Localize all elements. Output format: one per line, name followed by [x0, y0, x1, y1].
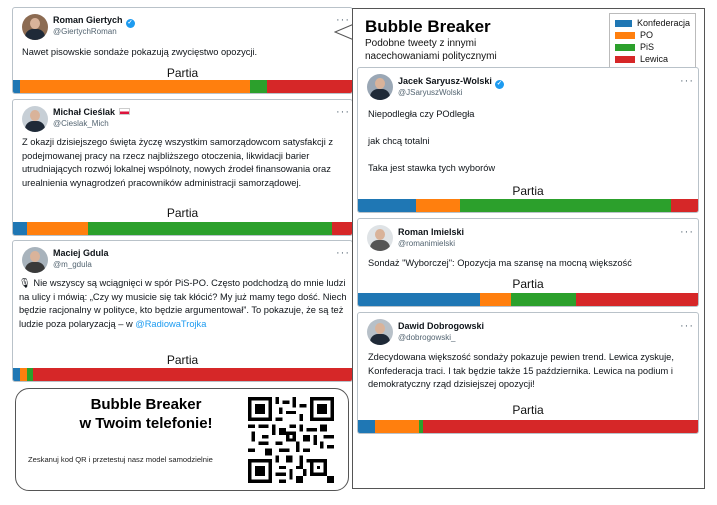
bar-segment-lewica: [267, 80, 352, 93]
bar-segment-lewica: [33, 368, 352, 381]
avatar[interactable]: [22, 247, 48, 273]
partia-label: Partia: [166, 66, 199, 80]
similar-tweet-card[interactable]: Roman Imielski @romanimielski ··· Sondaż…: [357, 218, 699, 307]
bar-segment-lewica: [670, 199, 698, 212]
party-bar: [13, 222, 352, 235]
bar-segment-pis: [459, 199, 671, 212]
tweet-text: Niepodległa czy POdległa jak chcą totaln…: [368, 109, 496, 174]
bar-segment-konfederacja: [13, 80, 20, 93]
author-handle[interactable]: @m_gdula: [53, 260, 92, 269]
more-options-icon[interactable]: ···: [680, 321, 694, 332]
author-name[interactable]: Dawid Dobrogowski: [398, 321, 484, 331]
party-bar: [358, 199, 698, 212]
author-handle[interactable]: @Cieslak_Mich: [53, 119, 109, 128]
legend-swatch: [615, 43, 635, 51]
bar-segment-konfederacja: [13, 222, 27, 235]
tweet-card[interactable]: Michał Cieślak @Cieslak_Mich ··· Z okazj…: [12, 99, 353, 236]
verified-icon: ✓: [125, 19, 135, 28]
more-options-icon[interactable]: ···: [680, 227, 694, 238]
tweet-text: 🎙 Nie wszyscy są wciągnięci w spór PiS-P…: [19, 278, 347, 329]
bar-segment-konfederacja: [358, 293, 481, 306]
bar-segment-lewica: [422, 420, 698, 433]
avatar[interactable]: [367, 319, 393, 345]
partia-label: Partia: [512, 184, 544, 198]
author-handle[interactable]: @romanimielski: [398, 239, 455, 248]
party-bar: [358, 293, 698, 306]
avatar[interactable]: [367, 225, 393, 251]
panel-title: Bubble Breaker: [365, 17, 491, 36]
panel-subtitle: Podobne tweety z innymi nacechowaniami p…: [365, 38, 497, 62]
legend-item-pis: PiS: [615, 41, 690, 53]
bar-segment-po: [415, 199, 460, 212]
bar-segment-konfederacja: [358, 420, 375, 433]
avatar[interactable]: [22, 14, 48, 40]
qr-promo-card: Bubble Breaker w Twoim telefonie! Zeskan…: [15, 388, 349, 491]
bar-segment-konfederacja: [13, 368, 20, 381]
author-name[interactable]: Michał Cieślak: [53, 107, 131, 117]
tweet-card[interactable]: Roman Giertych ✓ @GiertychRoman ··· Nawet…: [12, 7, 353, 94]
party-bar: [358, 420, 698, 433]
legend-swatch: [615, 31, 635, 39]
legend-item-konfederacja: Konfederacja: [615, 17, 690, 29]
bar-segment-po: [19, 368, 27, 381]
bar-segment-lewica: [331, 222, 352, 235]
avatar[interactable]: [22, 106, 48, 132]
legend-swatch: [615, 55, 635, 63]
bar-segment-pis: [26, 368, 34, 381]
legend-swatch: [615, 19, 632, 27]
qr-code-icon[interactable]: [248, 397, 334, 483]
bar-segment-pis: [510, 293, 576, 306]
legend-item-po: PO: [615, 29, 690, 41]
bar-segment-lewica: [575, 293, 698, 306]
party-bar: [13, 368, 352, 381]
qr-title: Bubble Breaker w Twoim telefonie!: [79, 396, 213, 432]
partia-label: Partia: [512, 403, 544, 417]
more-options-icon[interactable]: ···: [336, 248, 350, 259]
author-handle[interactable]: @JSaryuszWolski: [398, 88, 462, 97]
poland-flag-icon: [119, 108, 131, 115]
bar-segment-pis: [250, 80, 268, 93]
author-name[interactable]: Roman Imielski: [398, 227, 464, 237]
author-handle[interactable]: @GiertychRoman: [53, 27, 117, 36]
partia-label: Partia: [512, 277, 544, 291]
tweet-text: Zdecydowana większość sondaży pokazuje p…: [368, 352, 674, 390]
avatar[interactable]: [367, 74, 393, 100]
bar-segment-po: [26, 222, 88, 235]
author-handle[interactable]: @dobrogowski_: [398, 333, 455, 342]
tweet-text: Z okazji dzisiejszego święta życzę wszys…: [22, 137, 334, 188]
partia-label: Partia: [166, 353, 199, 367]
partia-label: Partia: [166, 206, 199, 220]
legend-item-lewica: Lewica: [615, 53, 690, 65]
bar-segment-pis: [87, 222, 332, 235]
qr-subtitle: Zeskanuj kod QR i przetestuj nasz model …: [28, 455, 213, 464]
bar-segment-konfederacja: [358, 199, 416, 212]
similar-tweet-card[interactable]: Jacek Saryusz-Wolski ✓ @JSaryuszWolski ··…: [357, 67, 699, 213]
more-options-icon[interactable]: ···: [336, 107, 350, 118]
bar-segment-po: [480, 293, 511, 306]
party-bar: [13, 80, 352, 93]
bar-segment-po: [375, 420, 420, 433]
bar-segment-po: [19, 80, 251, 93]
tweet-card[interactable]: Maciej Gdula @m_gdula ··· 🎙 Nie wszyscy …: [12, 240, 353, 382]
verified-icon: ✓: [494, 80, 504, 89]
author-name[interactable]: Maciej Gdula: [53, 248, 109, 258]
tweet-text: Nawet pisowskie sondaże pokazują zwycięs…: [22, 47, 258, 57]
tweet-text: Sondaż "Wyborczej": Opozycja ma szansę n…: [368, 258, 632, 268]
party-legend: Konfederacja PO PiS Lewica: [609, 13, 696, 69]
mention-link[interactable]: @RadiowaTrojka: [135, 319, 206, 329]
similar-tweet-card[interactable]: Dawid Dobrogowski @dobrogowski_ ··· Zdec…: [357, 312, 699, 434]
more-options-icon[interactable]: ···: [680, 76, 694, 87]
bubble-breaker-panel: Bubble Breaker Podobne tweety z innymi n…: [352, 8, 705, 489]
